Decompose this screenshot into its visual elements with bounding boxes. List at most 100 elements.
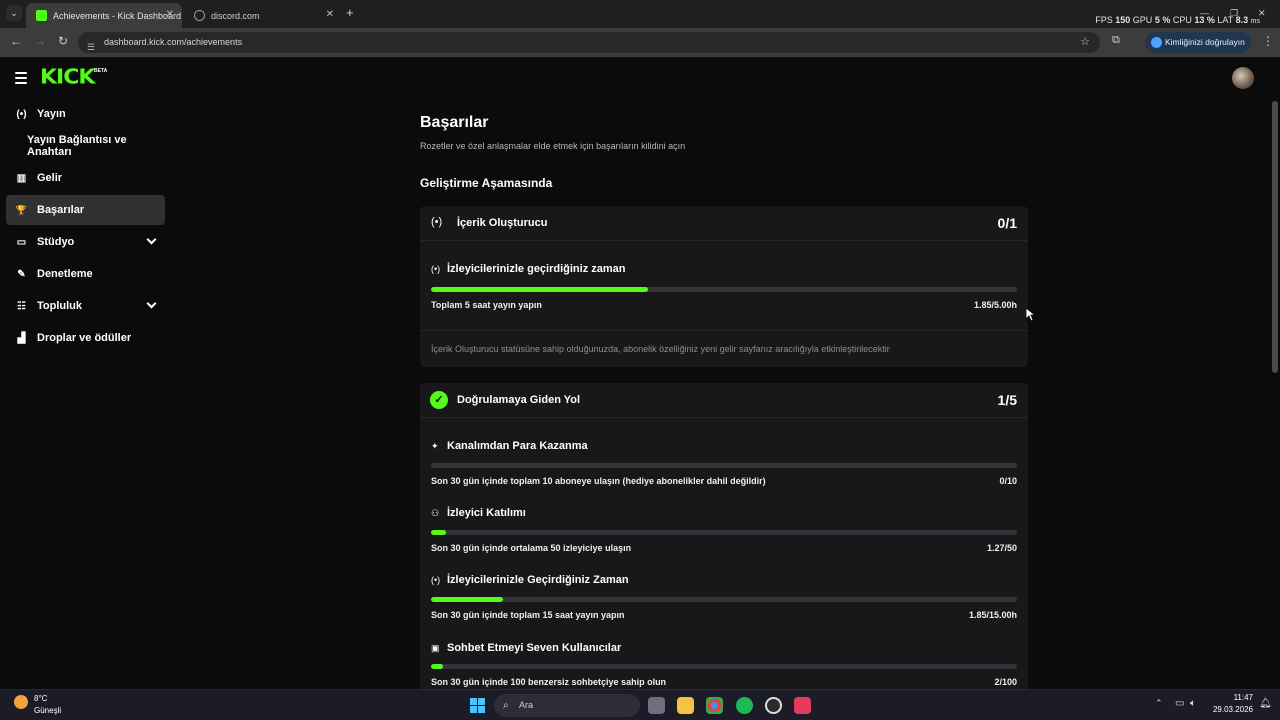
broadcast-icon: (•) xyxy=(431,216,443,228)
extensions-icon[interactable]: ⧉ xyxy=(1112,34,1120,47)
kick-favicon-icon xyxy=(36,10,47,21)
broadcast-icon: (•) xyxy=(431,575,441,585)
kick-logo[interactable]: KICK xyxy=(40,66,95,89)
broadcast-icon: (•) xyxy=(16,108,27,120)
sparkle-icon: ✦ xyxy=(431,441,439,451)
new-tab-button[interactable]: + xyxy=(346,5,354,20)
sidebar-item-label: Droplar ve ödüller xyxy=(37,332,132,344)
chrome-icon[interactable] xyxy=(706,697,723,714)
sidebar-item-stream-key[interactable]: Yayın Bağlantısı ve Anahtarı xyxy=(6,131,165,161)
sidebar-item-gelir[interactable]: ▥ Gelir xyxy=(6,163,165,193)
achievement-value: 2/100 xyxy=(994,677,1017,687)
back-icon[interactable]: ← xyxy=(10,34,22,48)
progress-fill xyxy=(431,530,446,535)
bookmark-star-icon[interactable]: ☆ xyxy=(1080,32,1090,53)
page-scrollbar[interactable] xyxy=(1272,101,1278,373)
weather-description[interactable]: Güneşli xyxy=(34,706,61,715)
app-icon[interactable] xyxy=(765,697,782,714)
sidebar-item-label: Stüdyo xyxy=(37,236,75,248)
weather-sun-icon[interactable] xyxy=(14,695,28,709)
profile-icon xyxy=(1151,37,1162,48)
achievement-card-content-creator: (•) İçerik Oluşturucu 0/1 (•) İzleyicile… xyxy=(420,206,1028,367)
taskbar-search[interactable]: ⌕ Ara xyxy=(494,694,640,717)
network-icon[interactable]: ▭ xyxy=(1175,698,1184,709)
sidebar-item-basarilar[interactable]: 🏆 Başarılar xyxy=(6,195,165,225)
chevron-down-icon[interactable] xyxy=(146,298,157,309)
page-title: Başarılar xyxy=(420,114,489,131)
hamburger-menu-icon[interactable] xyxy=(15,72,27,87)
achievement-description: Toplam 5 saat yayın yapın xyxy=(431,300,542,310)
file-explorer-icon[interactable] xyxy=(677,697,694,714)
windows-start-icon[interactable] xyxy=(470,698,485,713)
sidebar-item-studyo[interactable]: ▭ Stüdyo xyxy=(6,227,165,257)
verified-badge-icon: ✓ xyxy=(430,391,448,409)
sidebar-item-topluluk[interactable]: ☷ Topluluk xyxy=(6,291,165,321)
chevron-down-icon[interactable] xyxy=(146,234,157,245)
progress-track xyxy=(431,664,1017,669)
search-placeholder: Ara xyxy=(519,700,534,710)
sidebar-item-droplar[interactable]: ▟ Droplar ve ödüller xyxy=(6,323,165,353)
progress-track xyxy=(431,287,1017,292)
progress-track xyxy=(431,530,1017,535)
search-icon: ⌕ xyxy=(503,700,509,711)
community-icon: ☷ xyxy=(17,300,26,312)
notification-bell-icon[interactable]: 🔔︎ xyxy=(1259,698,1272,709)
site-settings-icon[interactable]: ☰ xyxy=(87,37,95,58)
task-view-icon[interactable] xyxy=(648,697,665,714)
menu-kebab-icon[interactable]: ⋮ xyxy=(1262,34,1274,48)
achievement-value: 1.85/5.00h xyxy=(973,300,1017,310)
sidebar-item-label: Yayın xyxy=(37,108,66,120)
browser-toolbar: ← → ↻ ☰ dashboard.kick.com/achievements … xyxy=(0,28,1280,57)
tab-close-icon[interactable]: ✕ xyxy=(166,9,174,20)
spotify-icon[interactable] xyxy=(736,697,753,714)
clock-date[interactable]: 29.03.2026 xyxy=(1203,705,1253,714)
progress-track xyxy=(431,463,1017,468)
chat-icon: ▣ xyxy=(431,643,440,653)
tab-discord[interactable]: discord.com ✕ xyxy=(184,3,342,28)
performance-overlay: FPS 150 GPU 5 % CPU 13 % LAT 8.3 ms xyxy=(1095,15,1260,25)
card-header: (•) İçerik Oluşturucu 0/1 xyxy=(420,206,1028,241)
achievement-title: İzleyicilerinizle geçirdiğiniz zaman xyxy=(447,263,626,275)
sidebar-item-label: Topluluk xyxy=(37,300,83,312)
address-bar[interactable]: ☰ dashboard.kick.com/achievements ☆ xyxy=(78,32,1100,53)
verify-identity-button[interactable]: Kimliğinizi doğrulayın xyxy=(1145,32,1251,53)
achievement-description: Son 30 gün içinde ortalama 50 izleyiciye… xyxy=(431,543,632,553)
clock-time[interactable]: 11:47 xyxy=(1213,693,1253,702)
tab-title: discord.com xyxy=(211,10,260,21)
page-subtitle: Rozetler ve özel anlaşmalar elde etmek i… xyxy=(420,141,686,151)
achievement-value: 1.85/15.00h xyxy=(968,610,1017,620)
reload-icon[interactable]: ↻ xyxy=(58,34,68,48)
achievement-card-road-to-verification: ✓ Doğrulamaya Giden Yol 1/5 ✦ Kanalımdan… xyxy=(420,383,1028,689)
progress-fill xyxy=(431,287,648,292)
card-header: ✓ Doğrulamaya Giden Yol 1/5 xyxy=(420,383,1028,418)
card-progress-count: 0/1 xyxy=(997,215,1017,231)
sidebar-item-label: Başarılar xyxy=(37,204,85,216)
url-text: dashboard.kick.com/achievements xyxy=(104,37,243,47)
forward-icon[interactable]: → xyxy=(34,34,46,48)
sidebar-item-denetleme[interactable]: ✎ Denetleme xyxy=(6,259,165,289)
tray-chevron-up-icon[interactable]: ⌃ xyxy=(1155,698,1163,709)
achievement-description: Son 30 gün içinde toplam 10 aboneye ulaş… xyxy=(431,476,766,486)
sidebar-item-label: Yayın Bağlantısı ve Anahtarı xyxy=(27,134,127,158)
sidebar-item-yayin[interactable]: (•) Yayın xyxy=(6,99,165,129)
drops-icon: ▟ xyxy=(17,332,26,344)
tab-title: Achievements - Kick Dashboard xyxy=(53,10,182,21)
achievement-title: Kanalımdan Para Kazanma xyxy=(447,440,588,452)
card-progress-count: 1/5 xyxy=(997,392,1017,408)
achievement-description: Son 30 gün içinde toplam 15 saat yayın y… xyxy=(431,610,625,620)
progress-track xyxy=(431,597,1017,602)
trophy-icon: 🏆 xyxy=(15,204,28,215)
tab-achievements[interactable]: Achievements - Kick Dashboard ✕ xyxy=(26,3,182,28)
volume-icon[interactable]: 🔈︎ xyxy=(1190,698,1196,709)
achievement-description: Son 30 gün içinde 100 benzersiz sohbetçi… xyxy=(431,677,667,687)
wrench-icon: ✎ xyxy=(17,268,26,280)
tab-close-icon[interactable]: ✕ xyxy=(326,9,334,20)
user-avatar[interactable] xyxy=(1232,67,1254,89)
card-title: Doğrulamaya Giden Yol xyxy=(457,394,581,406)
browser-tab-bar: ⌄ Achievements - Kick Dashboard ✕ discor… xyxy=(0,0,1280,28)
broadcast-icon: (•) xyxy=(431,264,441,274)
app-icon[interactable] xyxy=(794,697,811,714)
progress-fill xyxy=(431,664,443,669)
tab-search-chevron-icon[interactable]: ⌄ xyxy=(6,5,22,21)
weather-temperature[interactable]: 8°C xyxy=(34,694,47,703)
